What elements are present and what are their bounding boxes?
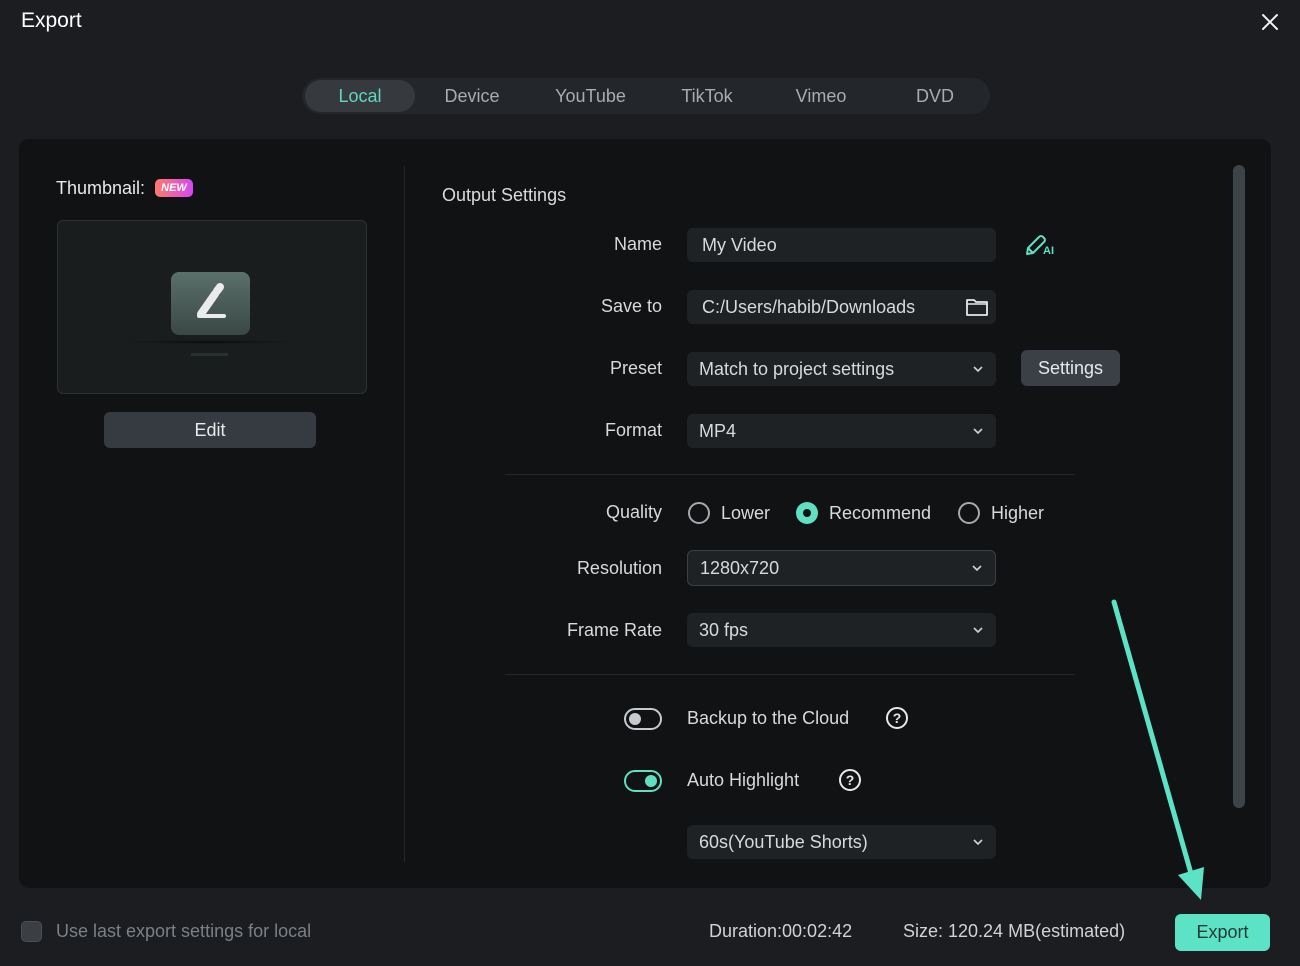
resolution-value: 1280x720	[700, 558, 780, 578]
auto-highlight-label: Auto Highlight	[687, 770, 800, 790]
highlight-duration-select[interactable]: 60s(YouTube Shorts)	[687, 825, 996, 859]
tab-tiktok[interactable]: TikTok	[662, 80, 752, 112]
quality-higher-radio[interactable]	[958, 502, 980, 524]
section-divider	[505, 474, 1075, 475]
export-button[interactable]: Export	[1175, 914, 1270, 951]
chevron-down-icon	[973, 428, 983, 435]
name-label: Name	[613, 234, 662, 254]
tab-youtube[interactable]: YouTube	[538, 80, 643, 112]
format-value: MP4	[699, 421, 737, 441]
quality-higher-label[interactable]: Higher	[991, 502, 1044, 524]
chevron-down-icon	[973, 366, 983, 373]
thumbnail-shadow	[120, 340, 300, 344]
quality-recommend-label[interactable]: Recommend	[829, 502, 931, 524]
new-badge: NEW	[155, 179, 193, 197]
name-value: My Video	[702, 235, 777, 255]
save-to-input[interactable]: C:/Users/habib/Downloads	[687, 290, 996, 324]
quality-lower-label[interactable]: Lower	[721, 502, 770, 524]
format-label: Format	[604, 420, 662, 440]
quality-recommend-radio[interactable]	[796, 502, 818, 524]
tab-local[interactable]: Local	[305, 80, 415, 112]
panel-divider	[404, 166, 405, 862]
svg-text:AI: AI	[1043, 245, 1054, 257]
pencil-edit-icon	[171, 272, 250, 335]
resolution-select[interactable]: 1280x720	[687, 550, 996, 586]
tab-dvd[interactable]: DVD	[890, 80, 980, 112]
backup-cloud-toggle[interactable]	[624, 708, 662, 730]
export-target-tabs: Local Device YouTube TikTok Vimeo DVD	[302, 78, 990, 114]
format-select[interactable]: MP4	[687, 414, 996, 448]
preset-label: Preset	[609, 358, 662, 378]
preset-value: Match to project settings	[699, 359, 895, 379]
resolution-label: Resolution	[576, 558, 662, 578]
backup-help-icon[interactable]: ?	[886, 707, 908, 729]
frame-rate-label: Frame Rate	[566, 620, 662, 640]
save-to-label: Save to	[600, 296, 662, 316]
ai-pencil-icon[interactable]: AI	[1024, 232, 1056, 258]
output-settings-title: Output Settings	[442, 185, 567, 205]
tab-device[interactable]: Device	[422, 80, 522, 112]
quality-lower-radio[interactable]	[688, 502, 710, 524]
edit-thumbnail-button[interactable]: Edit	[104, 412, 316, 448]
backup-cloud-label: Backup to the Cloud	[687, 708, 850, 728]
use-last-settings-checkbox[interactable]	[21, 921, 42, 942]
save-to-value: C:/Users/habib/Downloads	[702, 297, 916, 317]
chevron-down-icon	[972, 565, 982, 572]
duration-readout: Duration:00:02:42	[709, 921, 853, 941]
folder-icon[interactable]	[965, 297, 989, 317]
auto-highlight-help-icon[interactable]: ?	[839, 769, 861, 791]
dialog-title: Export	[21, 9, 82, 32]
name-input[interactable]: My Video	[687, 228, 996, 262]
frame-rate-select[interactable]: 30 fps	[687, 613, 996, 647]
thumbnail-reflection	[191, 353, 228, 356]
auto-highlight-toggle[interactable]	[624, 770, 662, 792]
chevron-down-icon	[973, 627, 983, 634]
close-icon[interactable]	[1258, 10, 1282, 34]
tab-vimeo[interactable]: Vimeo	[772, 80, 870, 112]
quality-label: Quality	[605, 502, 662, 522]
section-divider	[505, 674, 1075, 675]
preset-settings-button[interactable]: Settings	[1021, 350, 1120, 386]
preset-select[interactable]: Match to project settings	[687, 352, 996, 386]
scrollbar[interactable]	[1233, 165, 1245, 808]
thumbnail-label: Thumbnail:	[56, 178, 146, 198]
chevron-down-icon	[973, 839, 983, 846]
highlight-duration-value: 60s(YouTube Shorts)	[699, 832, 868, 852]
frame-rate-value: 30 fps	[699, 620, 749, 640]
use-last-settings-label[interactable]: Use last export settings for local	[56, 921, 311, 942]
size-readout: Size: 120.24 MB(estimated)	[903, 921, 1126, 941]
